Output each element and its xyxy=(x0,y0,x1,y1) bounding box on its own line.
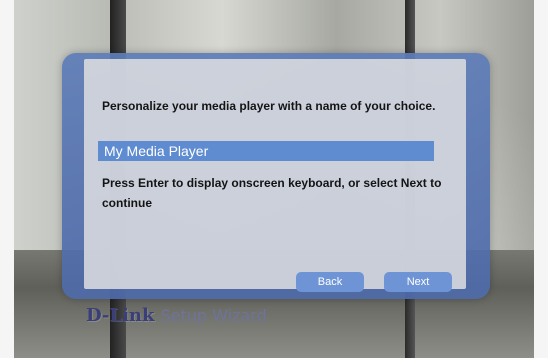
back-button[interactable]: Back xyxy=(296,272,364,292)
dialog-prompt: Personalize your media player with a nam… xyxy=(102,99,436,113)
dialog-hint: Press Enter to display onscreen keyboard… xyxy=(102,176,442,210)
setup-wizard-title: Setup Wizard xyxy=(160,306,267,325)
next-button[interactable]: Next xyxy=(384,272,452,292)
brand-footer: D-Link Setup Wizard xyxy=(86,305,267,326)
letterbox-left xyxy=(0,0,14,358)
dlink-logo: D-Link xyxy=(86,305,155,326)
letterbox-right xyxy=(534,0,548,358)
media-player-name-field[interactable]: My Media Player xyxy=(98,141,434,161)
